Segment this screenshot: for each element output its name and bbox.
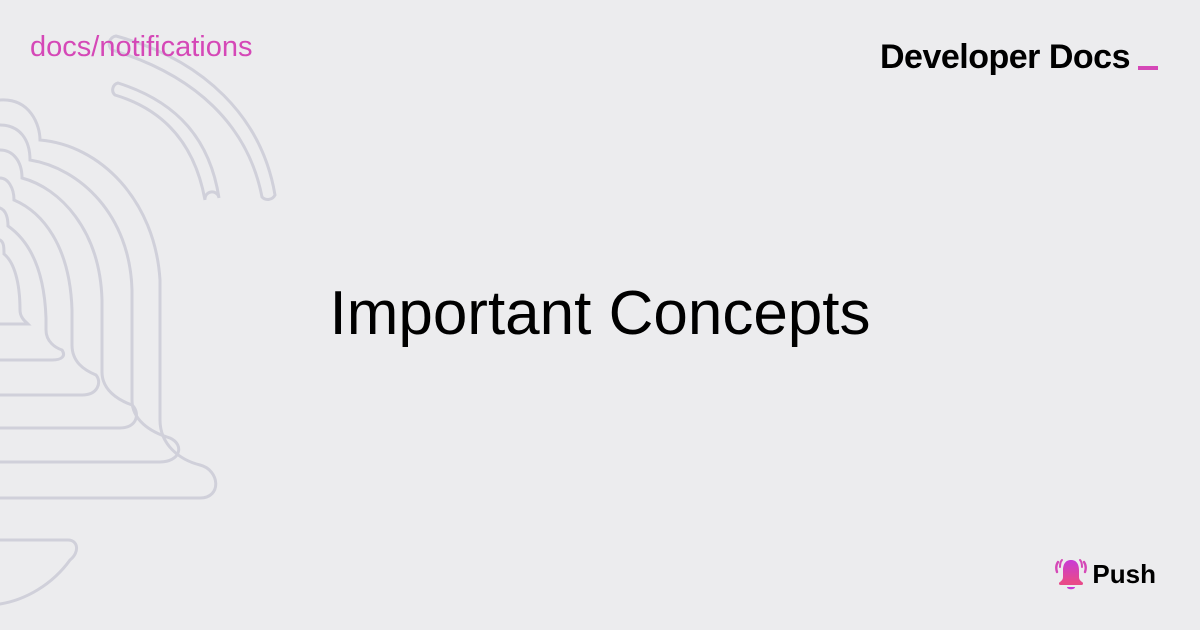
brand-title: Developer Docs [880, 38, 1131, 76]
bell-icon [1055, 559, 1088, 590]
logo-text: Push [1092, 558, 1156, 589]
brand-header: Developer Docs [880, 38, 1158, 77]
push-logo: Push [1054, 556, 1156, 592]
bell-clapper [0, 538, 78, 606]
signal-arc-inner [111, 81, 221, 201]
page-title: Important Concepts [329, 279, 871, 348]
breadcrumb[interactable]: docs/notifications [30, 31, 252, 64]
cursor-underscore [1138, 66, 1158, 70]
